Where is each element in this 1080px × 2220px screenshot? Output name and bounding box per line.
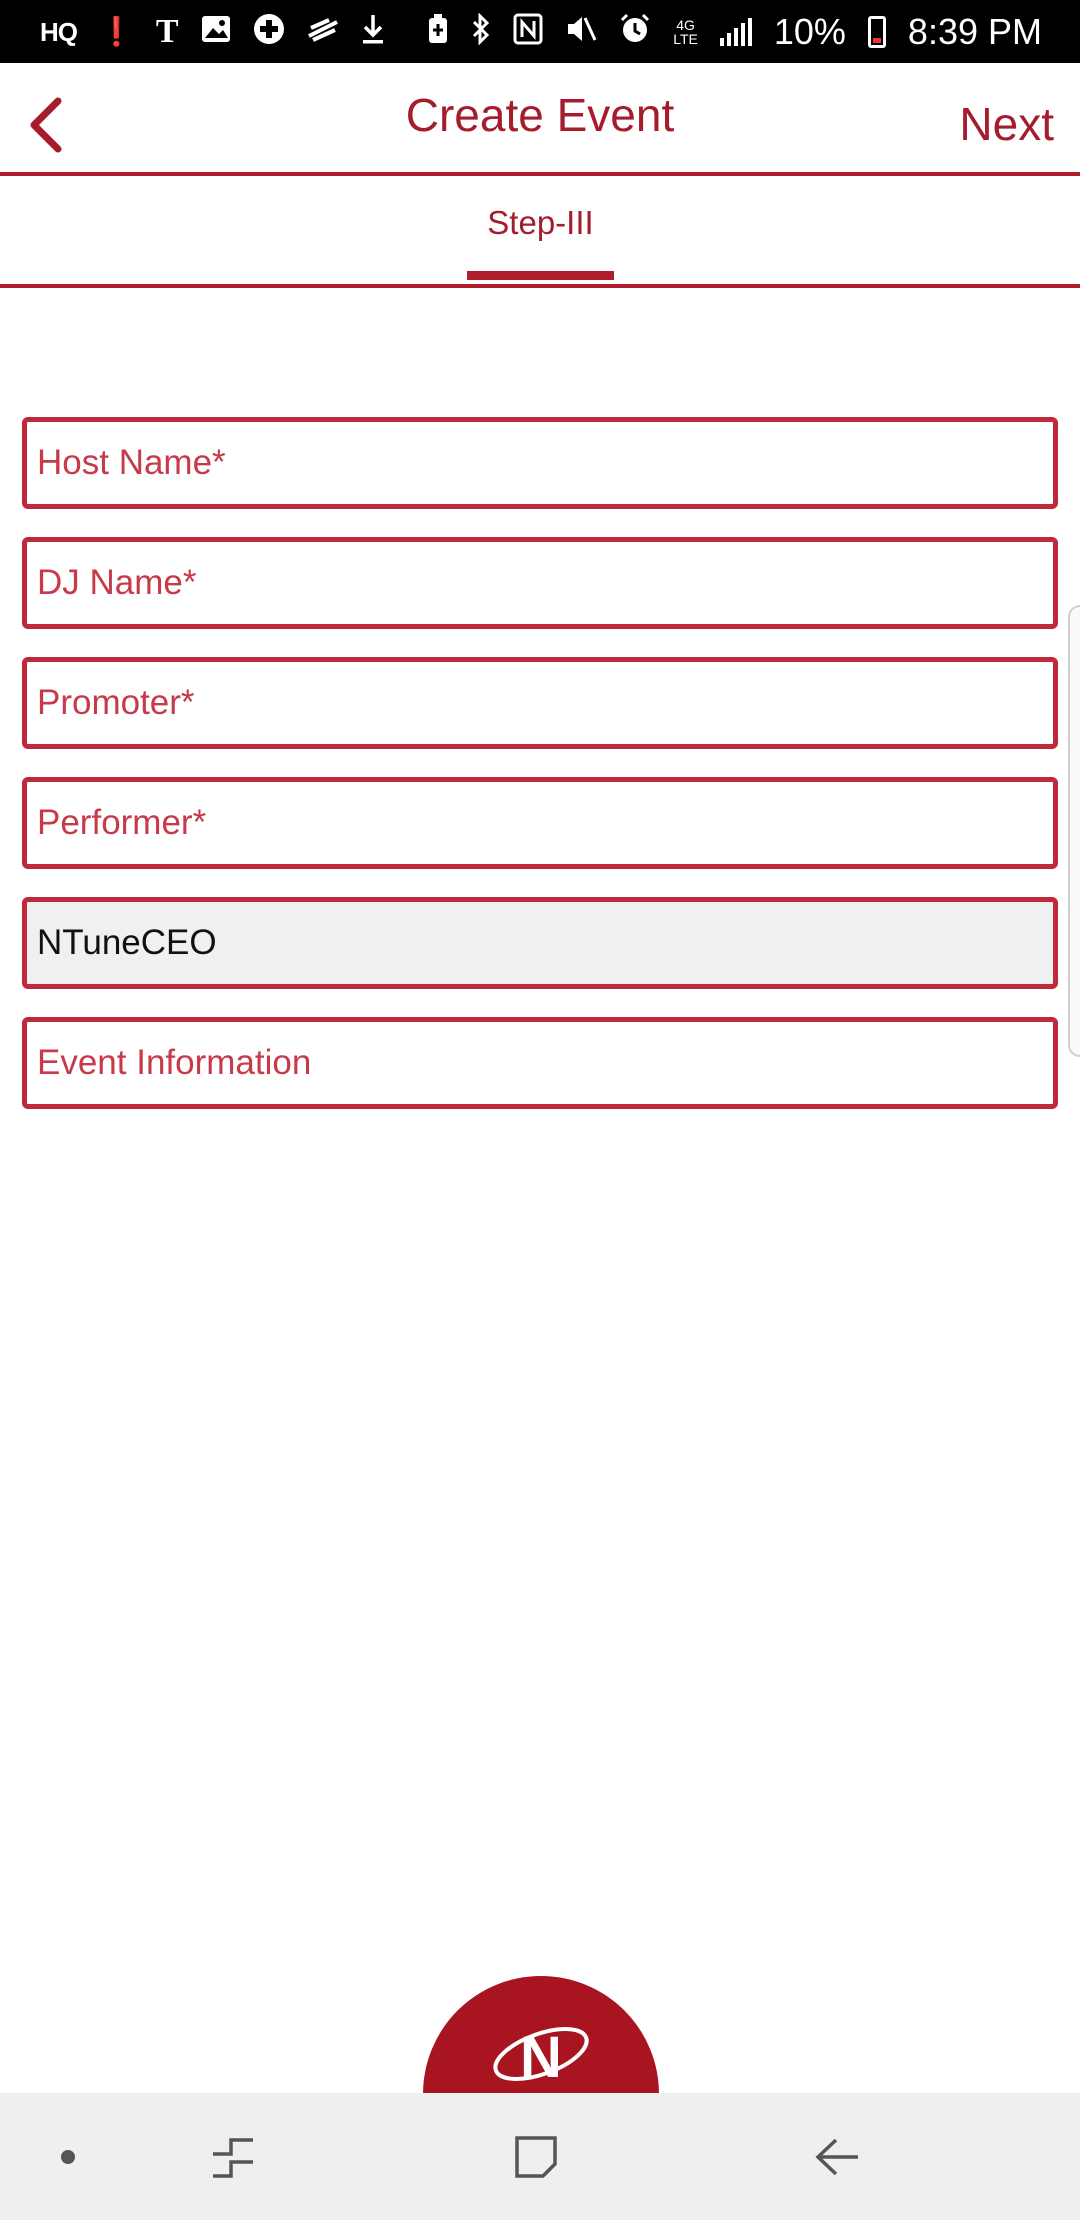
next-button[interactable]: Next (959, 97, 1054, 151)
side-panel-handle[interactable] (1068, 605, 1080, 1057)
status-bar: HQ ❗ T 4G LTE 10% 8:39 PM (0, 0, 1080, 63)
status-bar-left: HQ ❗ T (40, 13, 385, 50)
performer-input[interactable] (27, 782, 1053, 864)
plus-circle-icon (253, 13, 285, 50)
battery-percent: 10% (773, 10, 846, 52)
bluetooth-icon (471, 12, 491, 50)
event-information-field (22, 1017, 1058, 1109)
alert-icon: ❗ (99, 15, 134, 47)
dj-name-field (22, 537, 1058, 629)
app-header: Create Event Next (0, 63, 1080, 176)
tab-selected-indicator (467, 271, 614, 280)
create-event-screen: HQ ❗ T 4G LTE 10% 8:39 PM Create Event N… (0, 0, 1080, 2220)
system-navigation-bar (0, 2093, 1080, 2220)
dj-name-input[interactable] (27, 542, 1053, 624)
username-input[interactable] (27, 902, 1053, 984)
promoter-field (22, 657, 1058, 749)
nav-dot-button[interactable] (38, 2129, 98, 2185)
image-icon (201, 15, 231, 48)
clock: 8:39 PM (907, 10, 1042, 52)
recent-apps-icon (213, 2138, 253, 2178)
4g-lte-icon: 4G LTE (673, 16, 698, 47)
status-bar-right: 4G LTE 10% 8:39 PM (427, 11, 1042, 53)
zedge-icon (307, 16, 339, 47)
page-title: Create Event (405, 89, 675, 141)
ntune-logo-icon: N (493, 2025, 589, 2090)
download-icon (361, 13, 385, 50)
tmobile-icon: T (155, 12, 179, 50)
username-field (22, 897, 1058, 989)
promoter-input[interactable] (27, 662, 1053, 744)
host-name-field (22, 417, 1058, 509)
home-button[interactable] (506, 2129, 566, 2185)
back-arrow-icon (815, 2138, 858, 2176)
system-back-button[interactable] (808, 2129, 868, 2185)
host-name-input[interactable] (27, 422, 1053, 504)
alarm-icon (619, 13, 651, 50)
performer-field (22, 777, 1058, 869)
event-information-input[interactable] (27, 1022, 1053, 1104)
hq-icon: HQ (40, 16, 78, 47)
signal-icon (719, 17, 752, 46)
dot-icon (61, 2150, 75, 2164)
logo-letter: N (520, 2025, 562, 2090)
home-icon (515, 2136, 557, 2178)
tab-step-iii[interactable]: Step-III (467, 204, 614, 280)
recent-apps-button[interactable] (203, 2129, 263, 2185)
event-form (22, 417, 1058, 1137)
mute-icon (565, 14, 597, 49)
battery-icon (867, 15, 886, 48)
nfc-icon (513, 13, 543, 50)
step-tab-bar: Step-III (0, 176, 1080, 288)
battery-saver-icon (427, 14, 449, 49)
